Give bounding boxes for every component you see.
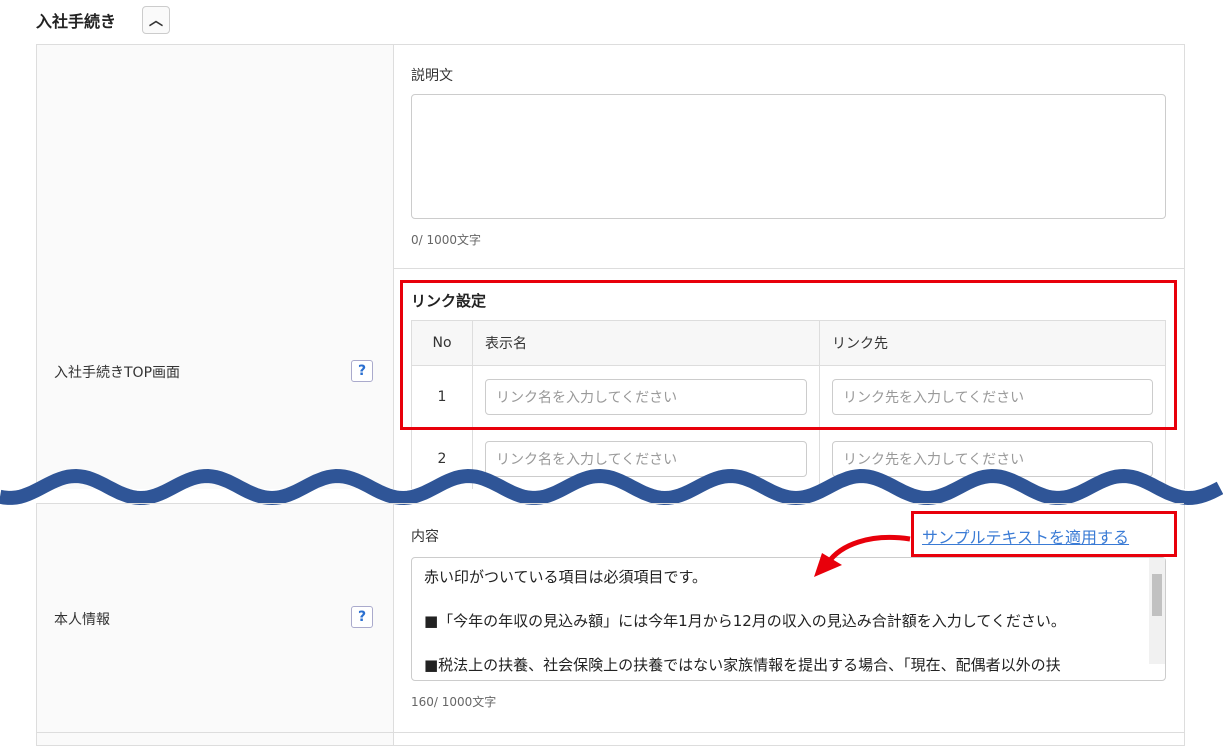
content-line (424, 632, 1125, 654)
row-label-top-screen: 入社手続きTOP画面 (54, 365, 181, 381)
chevron-up-icon: ︿ (149, 13, 163, 29)
scrollbar[interactable] (1149, 558, 1165, 664)
highlight-box (911, 511, 1177, 557)
help-icon[interactable]: ? (351, 360, 373, 382)
row-divider (36, 503, 1184, 504)
divider (394, 268, 1184, 269)
content-line: ■「今年の年収の見込み額」には今年1月から12月の収入の見込み合計額を入力してく… (424, 612, 1066, 630)
content-counter: 160/ 1000文字 (411, 695, 497, 709)
section-title: 入社手続き (36, 12, 117, 31)
highlight-box (400, 280, 1177, 430)
row-label-personal-info: 本人情報 (54, 612, 110, 628)
scrollbar-thumb[interactable] (1152, 574, 1162, 616)
label-column (37, 45, 394, 745)
content-line: ■税法上の扶養、社会保険上の扶養ではない家族情報を提出する場合、「現在、配偶者以… (424, 656, 1061, 674)
wave-break-icon (0, 468, 1223, 506)
row-divider (36, 732, 1184, 733)
red-arrow-icon (814, 534, 911, 577)
content-line (424, 588, 1125, 610)
description-label: 説明文 (411, 68, 453, 84)
help-icon[interactable]: ? (351, 606, 373, 628)
description-textarea[interactable] (411, 94, 1166, 219)
content-line: 赤い印がついている項目は必須項目です。 (424, 568, 708, 586)
description-counter: 0/ 1000文字 (411, 233, 482, 247)
collapse-toggle-button[interactable]: ︿ (142, 6, 170, 34)
content-textarea[interactable]: 赤い印がついている項目は必須項目です。 ■「今年の年収の見込み額」には今年1月か… (411, 557, 1166, 681)
content-label: 内容 (411, 529, 439, 545)
